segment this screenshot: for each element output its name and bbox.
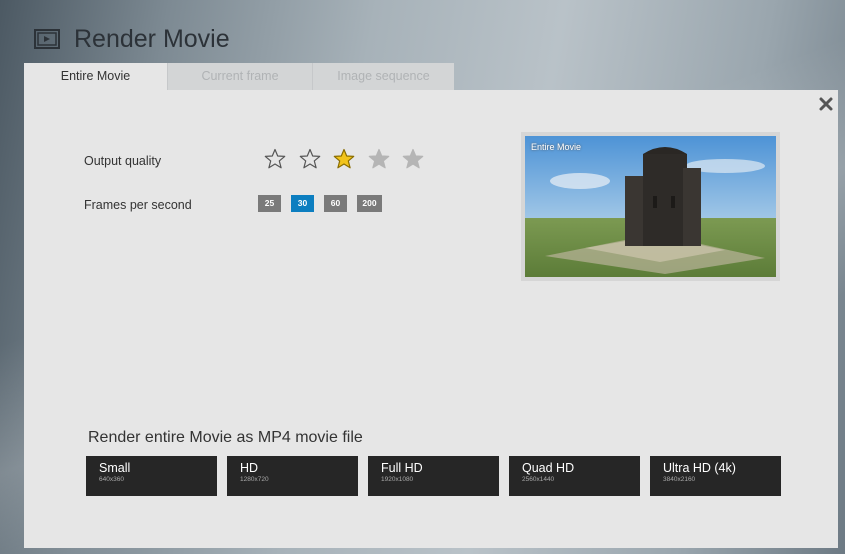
render-hd-button[interactable]: HD 1280x720: [227, 456, 358, 496]
render-full-hd-button[interactable]: Full HD 1920x1080: [368, 456, 499, 496]
resolution-size: 1280x720: [240, 476, 269, 483]
scene-image: [525, 136, 776, 277]
fps-option-60[interactable]: 60: [324, 195, 347, 212]
preview-label: Entire Movie: [531, 142, 582, 152]
preview-thumbnail: Entire Movie: [521, 132, 780, 281]
film-frame-icon: [34, 29, 60, 49]
fps-option-25[interactable]: 25: [258, 195, 281, 212]
preview-image: Entire Movie: [525, 136, 776, 277]
render-ultra-hd-button[interactable]: Ultra HD (4k) 3840x2160: [650, 456, 781, 496]
render-panel: Output quality Frames per second 25 30 6…: [24, 90, 838, 548]
render-heading: Render entire Movie as MP4 movie file: [88, 429, 363, 446]
resolution-name: Ultra HD (4k): [663, 461, 736, 475]
render-quad-hd-button[interactable]: Quad HD 2560x1440: [509, 456, 640, 496]
fps-selector: 25 30 60 200: [258, 195, 392, 212]
window-title: Render Movie: [74, 24, 230, 53]
tab-current-frame[interactable]: Current frame: [167, 63, 312, 90]
quality-rating[interactable]: [264, 148, 437, 170]
star-outline-icon[interactable]: [299, 148, 321, 170]
tab-image-sequence[interactable]: Image sequence: [312, 63, 454, 90]
resolution-size: 2560x1440: [522, 476, 555, 483]
resolution-name: Quad HD: [522, 461, 575, 475]
star-icon[interactable]: [368, 148, 390, 170]
close-icon[interactable]: [818, 96, 834, 112]
resolution-size: 640x360: [99, 476, 124, 483]
resolution-name: Full HD: [381, 461, 423, 475]
fps-label: Frames per second: [84, 198, 192, 212]
star-selected-icon[interactable]: [333, 148, 355, 170]
resolution-buttons: Small 640x360 HD 1280x720 Full HD 1920x1…: [86, 456, 781, 496]
title-bar: Render Movie: [24, 14, 230, 64]
fps-option-30[interactable]: 30: [291, 195, 314, 212]
resolution-name: Small: [99, 461, 131, 475]
output-quality-label: Output quality: [84, 154, 162, 168]
render-small-button[interactable]: Small 640x360: [86, 456, 217, 496]
tab-bar: Entire Movie Current frame Image sequenc…: [24, 63, 454, 90]
fps-option-200[interactable]: 200: [357, 195, 382, 212]
resolution-size: 3840x2160: [663, 476, 696, 483]
tab-entire-movie[interactable]: Entire Movie: [24, 63, 167, 90]
star-outline-icon[interactable]: [264, 148, 286, 170]
resolution-name: HD: [240, 461, 259, 475]
star-icon[interactable]: [402, 148, 424, 170]
resolution-size: 1920x1080: [381, 476, 414, 483]
